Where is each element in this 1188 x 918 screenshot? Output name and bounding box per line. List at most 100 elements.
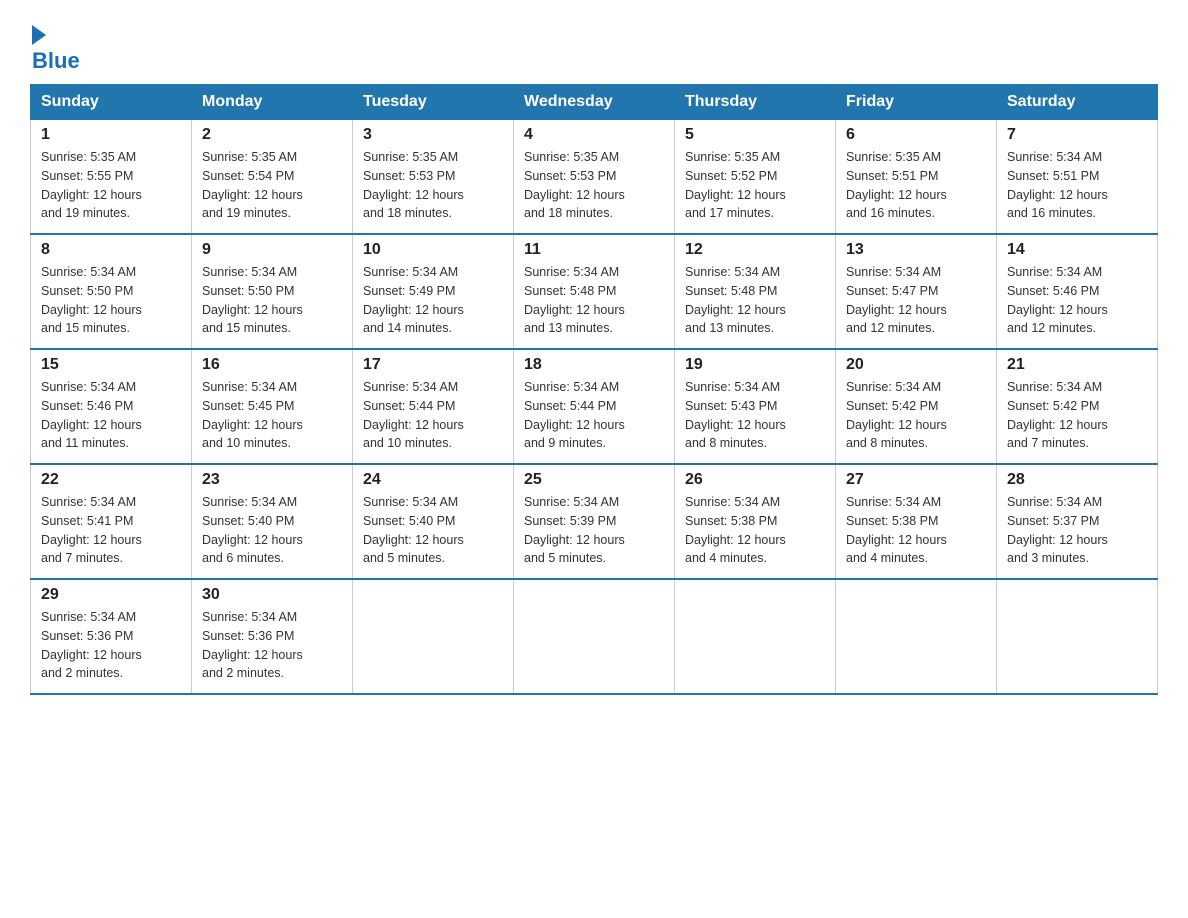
day-info: Sunrise: 5:34 AMSunset: 5:44 PMDaylight:… xyxy=(363,378,503,453)
day-info: Sunrise: 5:34 AMSunset: 5:36 PMDaylight:… xyxy=(41,608,181,683)
day-number: 9 xyxy=(202,241,342,259)
day-info: Sunrise: 5:34 AMSunset: 5:42 PMDaylight:… xyxy=(846,378,986,453)
day-info: Sunrise: 5:34 AMSunset: 5:46 PMDaylight:… xyxy=(1007,263,1147,338)
week-row-5: 29 Sunrise: 5:34 AMSunset: 5:36 PMDayligh… xyxy=(31,579,1158,694)
day-info: Sunrise: 5:34 AMSunset: 5:38 PMDaylight:… xyxy=(846,493,986,568)
calendar-cell: 4 Sunrise: 5:35 AMSunset: 5:53 PMDaylight… xyxy=(514,120,675,235)
day-info: Sunrise: 5:34 AMSunset: 5:43 PMDaylight:… xyxy=(685,378,825,453)
day-number: 23 xyxy=(202,471,342,489)
day-number: 5 xyxy=(685,126,825,144)
calendar-cell: 11Sunrise: 5:34 AMSunset: 5:48 PMDayligh… xyxy=(514,234,675,349)
day-number: 6 xyxy=(846,126,986,144)
week-row-2: 8 Sunrise: 5:34 AMSunset: 5:50 PMDaylight… xyxy=(31,234,1158,349)
day-number: 8 xyxy=(41,241,181,259)
calendar-cell: 10 Sunrise: 5:34 AMSunset: 5:49 PMDayligh… xyxy=(353,234,514,349)
day-number: 22 xyxy=(41,471,181,489)
day-number: 26 xyxy=(685,471,825,489)
day-number: 16 xyxy=(202,356,342,374)
day-info: Sunrise: 5:34 AMSunset: 5:49 PMDaylight:… xyxy=(363,263,503,338)
header-saturday: Saturday xyxy=(997,85,1158,120)
day-info: Sunrise: 5:34 AMSunset: 5:45 PMDaylight:… xyxy=(202,378,342,453)
header-sunday: Sunday xyxy=(31,85,192,120)
day-number: 21 xyxy=(1007,356,1147,374)
day-number: 17 xyxy=(363,356,503,374)
logo: Blue xyxy=(30,20,80,74)
header-monday: Monday xyxy=(192,85,353,120)
header: Blue xyxy=(30,20,1158,74)
week-row-3: 15 Sunrise: 5:34 AMSunset: 5:46 PMDayligh… xyxy=(31,349,1158,464)
day-info: Sunrise: 5:34 AMSunset: 5:36 PMDaylight:… xyxy=(202,608,342,683)
day-number: 11 xyxy=(524,241,664,259)
day-info: Sunrise: 5:34 AMSunset: 5:50 PMDaylight:… xyxy=(41,263,181,338)
day-number: 27 xyxy=(846,471,986,489)
day-number: 30 xyxy=(202,586,342,604)
calendar-table: SundayMondayTuesdayWednesdayThursdayFrid… xyxy=(30,84,1158,695)
day-info: Sunrise: 5:34 AMSunset: 5:41 PMDaylight:… xyxy=(41,493,181,568)
calendar-cell: 7 Sunrise: 5:34 AMSunset: 5:51 PMDaylight… xyxy=(997,120,1158,235)
day-info: Sunrise: 5:35 AMSunset: 5:51 PMDaylight:… xyxy=(846,148,986,223)
calendar-cell: 12 Sunrise: 5:34 AMSunset: 5:48 PMDayligh… xyxy=(675,234,836,349)
day-number: 14 xyxy=(1007,241,1147,259)
day-number: 28 xyxy=(1007,471,1147,489)
calendar-cell: 25 Sunrise: 5:34 AMSunset: 5:39 PMDayligh… xyxy=(514,464,675,579)
calendar-cell: 13 Sunrise: 5:34 AMSunset: 5:47 PMDayligh… xyxy=(836,234,997,349)
day-info: Sunrise: 5:34 AMSunset: 5:48 PMDaylight:… xyxy=(685,263,825,338)
week-row-4: 22 Sunrise: 5:34 AMSunset: 5:41 PMDayligh… xyxy=(31,464,1158,579)
header-tuesday: Tuesday xyxy=(353,85,514,120)
day-info: Sunrise: 5:34 AMSunset: 5:40 PMDaylight:… xyxy=(202,493,342,568)
day-number: 19 xyxy=(685,356,825,374)
day-number: 10 xyxy=(363,241,503,259)
calendar-cell: 30 Sunrise: 5:34 AMSunset: 5:36 PMDayligh… xyxy=(192,579,353,694)
calendar-cell: 1 Sunrise: 5:35 AMSunset: 5:55 PMDaylight… xyxy=(31,120,192,235)
logo-subtitle: Blue xyxy=(32,48,80,74)
day-info: Sunrise: 5:34 AMSunset: 5:47 PMDaylight:… xyxy=(846,263,986,338)
day-number: 29 xyxy=(41,586,181,604)
calendar-cell: 21 Sunrise: 5:34 AMSunset: 5:42 PMDayligh… xyxy=(997,349,1158,464)
calendar-cell: 3 Sunrise: 5:35 AMSunset: 5:53 PMDaylight… xyxy=(353,120,514,235)
week-row-1: 1 Sunrise: 5:35 AMSunset: 5:55 PMDaylight… xyxy=(31,120,1158,235)
calendar-cell: 19 Sunrise: 5:34 AMSunset: 5:43 PMDayligh… xyxy=(675,349,836,464)
day-info: Sunrise: 5:34 AMSunset: 5:50 PMDaylight:… xyxy=(202,263,342,338)
day-number: 1 xyxy=(41,126,181,144)
day-info: Sunrise: 5:34 AMSunset: 5:39 PMDaylight:… xyxy=(524,493,664,568)
day-number: 4 xyxy=(524,126,664,144)
day-number: 7 xyxy=(1007,126,1147,144)
calendar-cell: 26Sunrise: 5:34 AMSunset: 5:38 PMDayligh… xyxy=(675,464,836,579)
calendar-cell: 24 Sunrise: 5:34 AMSunset: 5:40 PMDayligh… xyxy=(353,464,514,579)
calendar-cell xyxy=(997,579,1158,694)
calendar-cell: 29 Sunrise: 5:34 AMSunset: 5:36 PMDayligh… xyxy=(31,579,192,694)
header-friday: Friday xyxy=(836,85,997,120)
calendar-cell: 22 Sunrise: 5:34 AMSunset: 5:41 PMDayligh… xyxy=(31,464,192,579)
calendar-cell: 9 Sunrise: 5:34 AMSunset: 5:50 PMDaylight… xyxy=(192,234,353,349)
day-info: Sunrise: 5:34 AMSunset: 5:44 PMDaylight:… xyxy=(524,378,664,453)
day-number: 12 xyxy=(685,241,825,259)
logo-arrow-icon xyxy=(32,25,46,45)
day-info: Sunrise: 5:34 AMSunset: 5:51 PMDaylight:… xyxy=(1007,148,1147,223)
day-number: 13 xyxy=(846,241,986,259)
day-info: Sunrise: 5:35 AMSunset: 5:53 PMDaylight:… xyxy=(363,148,503,223)
day-number: 24 xyxy=(363,471,503,489)
day-info: Sunrise: 5:34 AMSunset: 5:40 PMDaylight:… xyxy=(363,493,503,568)
header-wednesday: Wednesday xyxy=(514,85,675,120)
day-number: 25 xyxy=(524,471,664,489)
day-info: Sunrise: 5:34 AMSunset: 5:46 PMDaylight:… xyxy=(41,378,181,453)
calendar-cell: 6 Sunrise: 5:35 AMSunset: 5:51 PMDaylight… xyxy=(836,120,997,235)
calendar-cell: 14 Sunrise: 5:34 AMSunset: 5:46 PMDayligh… xyxy=(997,234,1158,349)
calendar-cell: 28 Sunrise: 5:34 AMSunset: 5:37 PMDayligh… xyxy=(997,464,1158,579)
calendar-cell: 27 Sunrise: 5:34 AMSunset: 5:38 PMDayligh… xyxy=(836,464,997,579)
day-info: Sunrise: 5:35 AMSunset: 5:55 PMDaylight:… xyxy=(41,148,181,223)
day-number: 15 xyxy=(41,356,181,374)
calendar-cell: 16 Sunrise: 5:34 AMSunset: 5:45 PMDayligh… xyxy=(192,349,353,464)
calendar-cell: 18Sunrise: 5:34 AMSunset: 5:44 PMDayligh… xyxy=(514,349,675,464)
calendar-cell: 23 Sunrise: 5:34 AMSunset: 5:40 PMDayligh… xyxy=(192,464,353,579)
day-info: Sunrise: 5:34 AMSunset: 5:37 PMDaylight:… xyxy=(1007,493,1147,568)
day-info: Sunrise: 5:34 AMSunset: 5:42 PMDaylight:… xyxy=(1007,378,1147,453)
calendar-cell: 15 Sunrise: 5:34 AMSunset: 5:46 PMDayligh… xyxy=(31,349,192,464)
calendar-cell xyxy=(514,579,675,694)
day-number: 3 xyxy=(363,126,503,144)
day-number: 20 xyxy=(846,356,986,374)
calendar-cell: 17 Sunrise: 5:34 AMSunset: 5:44 PMDayligh… xyxy=(353,349,514,464)
day-info: Sunrise: 5:35 AMSunset: 5:52 PMDaylight:… xyxy=(685,148,825,223)
calendar-cell: 20 Sunrise: 5:34 AMSunset: 5:42 PMDayligh… xyxy=(836,349,997,464)
day-info: Sunrise: 5:35 AMSunset: 5:53 PMDaylight:… xyxy=(524,148,664,223)
